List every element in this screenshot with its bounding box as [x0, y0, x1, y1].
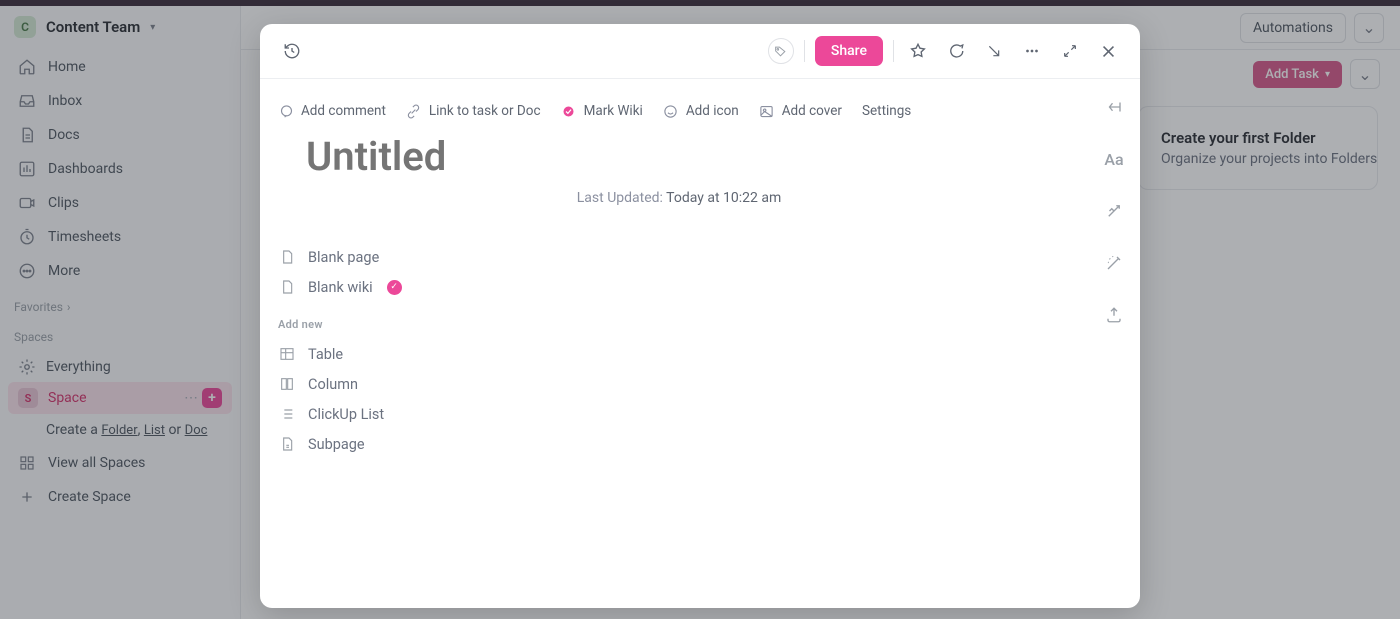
doc-title-input[interactable]: [306, 133, 1048, 180]
action-add-cover[interactable]: Add cover: [759, 103, 842, 119]
more-horizontal-icon[interactable]: [1018, 37, 1046, 65]
rail-ai-icon[interactable]: [1100, 197, 1128, 225]
image-icon: [759, 103, 775, 119]
action-add-icon[interactable]: Add icon: [663, 103, 739, 119]
rail-export-icon[interactable]: [1100, 301, 1128, 329]
add-new-heading: Add new: [278, 302, 1050, 339]
download-icon[interactable]: [980, 37, 1008, 65]
divider: [804, 40, 805, 62]
addnew-label: Subpage: [308, 436, 365, 453]
action-label: Add cover: [782, 103, 842, 119]
action-label: Link to task or Doc: [429, 103, 541, 119]
updated-label: Last Updated:: [577, 190, 663, 206]
close-icon[interactable]: [1094, 37, 1122, 65]
history-icon[interactable]: [278, 37, 306, 65]
template-blank-wiki[interactable]: Blank wiki ✓: [278, 272, 1050, 302]
table-icon: [278, 345, 296, 363]
addnew-label: ClickUp List: [308, 406, 384, 423]
page-icon: [278, 278, 296, 296]
star-icon[interactable]: [904, 37, 932, 65]
addnew-label: Table: [308, 346, 343, 363]
share-button[interactable]: Share: [815, 36, 883, 66]
addnew-column[interactable]: Column: [278, 369, 1050, 399]
doc-modal: Share Add comment Link to task or Doc: [260, 24, 1140, 608]
wiki-check-icon: ✓: [387, 280, 402, 295]
action-label: Add icon: [686, 103, 739, 119]
doc-action-bar: Add comment Link to task or Doc Mark Wik…: [278, 103, 1050, 119]
tag-button[interactable]: [768, 38, 794, 64]
addnew-clickup-list[interactable]: ClickUp List: [278, 399, 1050, 429]
expand-icon[interactable]: [1056, 37, 1084, 65]
doc-right-rail: Aa: [1088, 79, 1140, 608]
addnew-subpage[interactable]: Subpage: [278, 429, 1050, 459]
modal-toolbar: Share: [260, 24, 1140, 79]
page-icon: [278, 248, 296, 266]
doc-content: Add comment Link to task or Doc Mark Wik…: [260, 79, 1088, 608]
link-icon: [406, 103, 422, 119]
addnew-label: Column: [308, 376, 358, 393]
column-icon: [278, 375, 296, 393]
comment-icon: [278, 103, 294, 119]
rail-wand-icon[interactable]: [1100, 249, 1128, 277]
template-label: Blank wiki: [308, 279, 373, 296]
updated-value: Today at 10:22 am: [666, 190, 781, 206]
action-mark-wiki[interactable]: Mark Wiki: [561, 103, 643, 119]
modal-overlay[interactable]: Share Add comment Link to task or Doc: [0, 0, 1400, 619]
action-label: Mark Wiki: [584, 103, 643, 119]
action-settings[interactable]: Settings: [862, 103, 911, 119]
action-label: Add comment: [301, 103, 386, 119]
action-label: Settings: [862, 103, 911, 119]
rail-indent-icon[interactable]: [1100, 93, 1128, 121]
comment-icon[interactable]: [942, 37, 970, 65]
list-icon: [278, 405, 296, 423]
action-add-comment[interactable]: Add comment: [278, 103, 386, 119]
divider: [893, 40, 894, 62]
last-updated: Last Updated: Today at 10:22 am: [308, 190, 1050, 206]
addnew-table[interactable]: Table: [278, 339, 1050, 369]
action-link-task[interactable]: Link to task or Doc: [406, 103, 541, 119]
subpage-icon: [278, 435, 296, 453]
smile-icon: [663, 103, 679, 119]
wiki-badge-icon: [561, 103, 577, 119]
rail-text-icon[interactable]: Aa: [1100, 145, 1128, 173]
template-label: Blank page: [308, 249, 379, 266]
template-blank-page[interactable]: Blank page: [278, 242, 1050, 272]
